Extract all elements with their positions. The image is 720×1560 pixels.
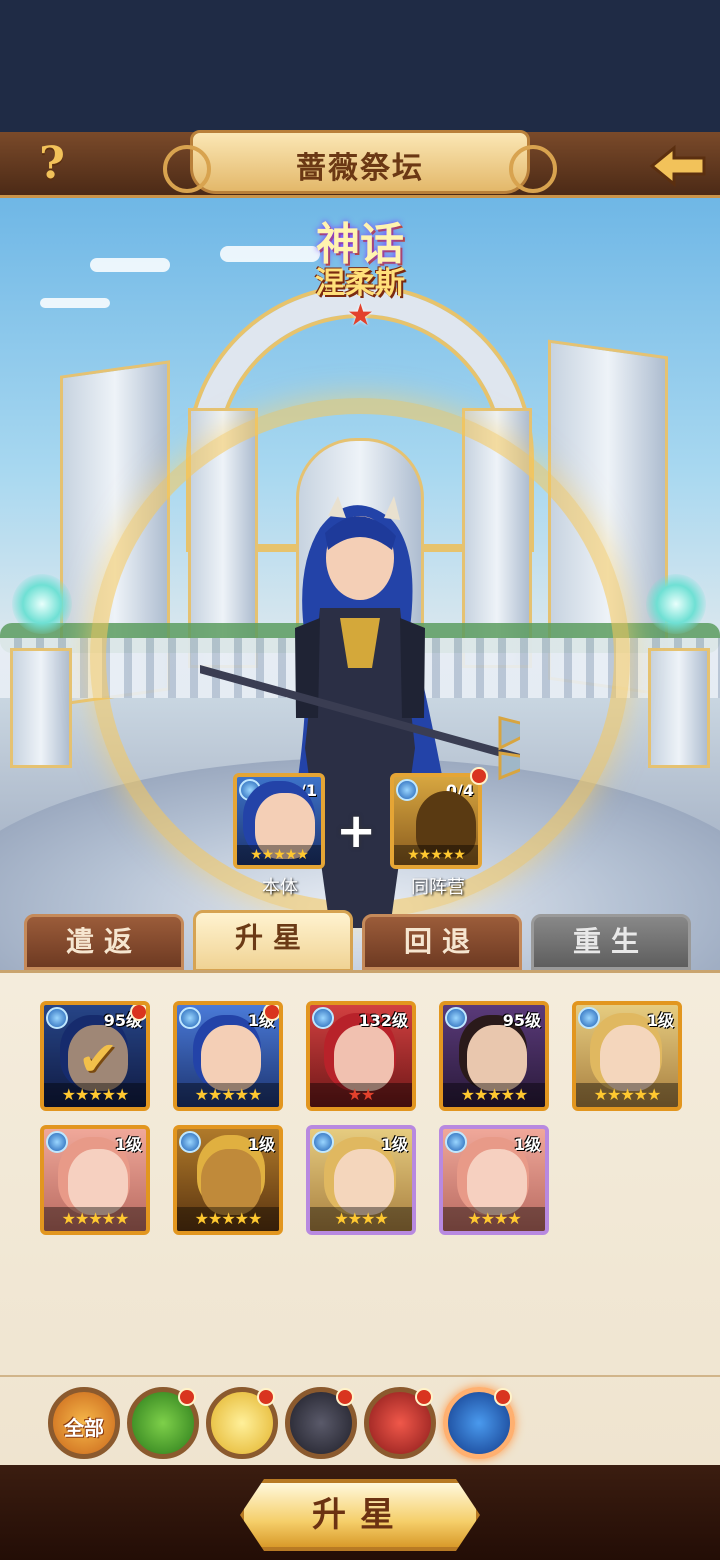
star-up-button-label: 升星 xyxy=(312,1495,408,1535)
notification-dot xyxy=(470,767,488,785)
water-faction-icon[interactable] xyxy=(443,1387,515,1459)
filter-all-button[interactable]: 全部 xyxy=(48,1387,120,1459)
water-faction-icon xyxy=(179,1007,201,1029)
hero-card[interactable]: 1级 ★★★★ xyxy=(439,1125,549,1235)
hero-portrait xyxy=(467,1025,527,1091)
water-faction-icon xyxy=(179,1131,201,1153)
star-up-button[interactable]: 升星 xyxy=(240,1479,480,1551)
notification-dot xyxy=(263,1005,279,1021)
notification-dot xyxy=(130,1005,146,1021)
hero-level: 132级 xyxy=(358,1011,408,1030)
hero-star-icon: ★ xyxy=(347,298,374,333)
hero-portrait xyxy=(334,1149,394,1215)
cloud xyxy=(40,298,110,308)
star-rating: ★★★★ xyxy=(310,1207,412,1231)
status-bar xyxy=(0,0,720,132)
glow-orb xyxy=(646,574,706,634)
phoenix-faction-icon[interactable] xyxy=(364,1387,436,1459)
same-faction-slot[interactable]: 0/4 ★★★★★ xyxy=(390,767,488,869)
tab-rebirth[interactable]: 重生 xyxy=(531,914,691,970)
star-rating: ★★★★ xyxy=(443,1207,545,1231)
help-icon: ? xyxy=(39,138,65,189)
stone-post xyxy=(648,648,710,768)
star-rating: ★★★★★ xyxy=(177,1083,279,1107)
hero-level: 1级 xyxy=(114,1135,142,1154)
notification-dot xyxy=(494,1388,512,1406)
hero-card[interactable]: 1级 ★★★★★ xyxy=(40,1125,150,1235)
notification-dot xyxy=(336,1388,354,1406)
water-faction-icon xyxy=(578,1007,600,1029)
star-rating: ★★★★★ xyxy=(394,845,478,865)
stone-post xyxy=(10,648,72,768)
hero-level: 1级 xyxy=(513,1135,541,1154)
notification-dot xyxy=(415,1388,433,1406)
tab-bar: 遣返 升星 回退 重生 xyxy=(0,908,720,972)
title-plate: 蔷薇祭坛 xyxy=(163,130,557,194)
hero-card[interactable]: 1级 ★★★★★ xyxy=(572,1001,682,1111)
hero-level: 1级 xyxy=(247,1135,275,1154)
glow-orb xyxy=(12,574,72,634)
star-rating: ★★★★★ xyxy=(443,1083,545,1107)
hero-portrait xyxy=(68,1149,128,1215)
notification-dot xyxy=(178,1388,196,1406)
rune-faction-icon[interactable] xyxy=(285,1387,357,1459)
water-faction-icon xyxy=(312,1007,334,1029)
help-button[interactable]: ? xyxy=(28,138,76,190)
notification-dot xyxy=(257,1388,275,1406)
water-faction-icon xyxy=(445,1007,467,1029)
hero-card[interactable]: 95级 ✔ ★★★★★ xyxy=(40,1001,150,1111)
hero-level: 95级 xyxy=(502,1011,541,1030)
cloud xyxy=(90,258,170,272)
water-faction-icon xyxy=(46,1007,68,1029)
same-faction-label: 同阵营 xyxy=(411,877,465,898)
tab-revert[interactable]: 回退 xyxy=(362,914,522,970)
hero-portrait xyxy=(600,1025,660,1091)
faction-filter-bar: 全部 xyxy=(0,1375,720,1465)
hero-portrait xyxy=(334,1025,394,1091)
hero-portrait xyxy=(467,1149,527,1215)
altar-scene: 神话 涅柔斯 ★ 1/1 ★★★★★ 本体 + 0/4 ★★★★★ 同阵营 xyxy=(0,198,720,1058)
back-arrow-icon[interactable] xyxy=(648,144,708,188)
page-title: 蔷薇祭坛 xyxy=(296,151,424,186)
hero-card[interactable]: 95级 ★★★★★ xyxy=(439,1001,549,1111)
hero-portrait xyxy=(201,1149,261,1215)
hero-portrait xyxy=(201,1025,261,1091)
hero-level: 1级 xyxy=(380,1135,408,1154)
water-faction-icon xyxy=(239,779,261,801)
hero-card[interactable]: 1级 ★★★★★ xyxy=(173,1001,283,1111)
main-hero-slot[interactable]: 1/1 ★★★★★ xyxy=(233,773,325,869)
water-faction-icon xyxy=(312,1131,334,1153)
water-faction-icon xyxy=(396,779,418,801)
star-rating: ★★★★★ xyxy=(177,1207,279,1231)
star-rating: ★★ xyxy=(310,1083,412,1107)
hero-card[interactable]: 1级 ★★★★★ xyxy=(173,1125,283,1235)
hero-name: 涅柔斯 xyxy=(315,266,405,301)
hero-level: 1级 xyxy=(646,1011,674,1030)
filter-all-label: 全部 xyxy=(64,1416,104,1440)
checkmark-icon: ✔ xyxy=(78,1031,119,1087)
dragon-faction-icon[interactable] xyxy=(127,1387,199,1459)
header: ? 蔷薇祭坛 xyxy=(0,130,720,198)
hero-card[interactable]: 132级 ★★ xyxy=(306,1001,416,1111)
star-rating: ★★★★★ xyxy=(237,845,321,865)
bottom-bar: 升星 xyxy=(0,1465,720,1560)
rose-faction-icon[interactable] xyxy=(206,1387,278,1459)
star-rating: ★★★★★ xyxy=(44,1207,146,1231)
hero-card[interactable]: 1级 ★★★★ xyxy=(306,1125,416,1235)
water-faction-icon xyxy=(46,1131,68,1153)
tab-star-up[interactable]: 升星 xyxy=(193,910,353,972)
game-screen: ? 蔷薇祭坛 神话 涅柔斯 ★ 1/1 ★★★★★ 本体 + 0/4 ★★★★★… xyxy=(0,0,720,1560)
tab-dismiss[interactable]: 遣返 xyxy=(24,914,184,970)
water-faction-icon xyxy=(445,1131,467,1153)
star-rating: ★★★★★ xyxy=(576,1083,678,1107)
main-hero-label: 本体 xyxy=(262,877,298,898)
plus-icon: + xyxy=(336,803,377,859)
